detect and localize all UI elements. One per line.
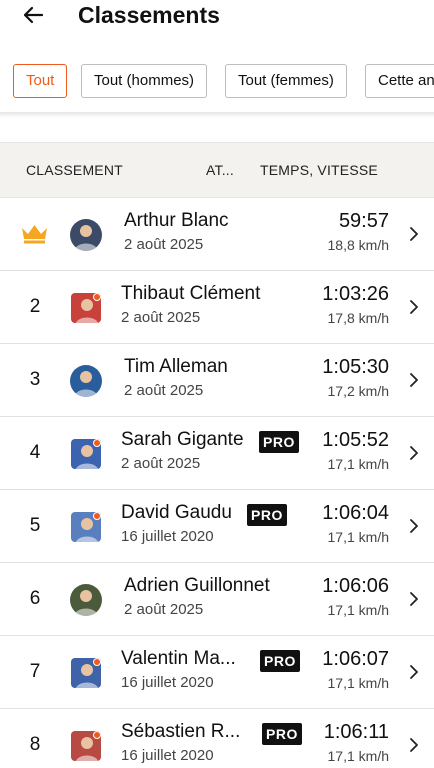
rank-number: 7 [29,661,41,682]
athlete-name[interactable]: Sébastien R... [121,721,240,743]
chevron-right-icon [410,227,418,241]
athlete-photo-icon [74,225,98,251]
athlete-name[interactable]: Sarah Gigante [121,429,244,451]
filter-chip-men[interactable]: Tout (hommes) [81,64,208,98]
elapsed-time: 1:03:26 [322,283,389,305]
rank-number: 2 [29,296,41,317]
effort-date: 2 août 2025 [124,236,204,253]
badge-dot [93,293,101,301]
filter-chip-all[interactable]: Tout [13,64,68,98]
elapsed-time: 1:06:07 [322,648,389,670]
pro-badge: PRO [260,650,300,672]
effort-date: 2 août 2025 [124,382,204,399]
pro-badge: PRO [262,723,302,745]
chevron-right-icon [410,519,418,533]
filter-chips: Tout Tout (hommes) Tout (femmes) Cette a… [0,48,434,112]
average-speed: 17,1 km/h [327,675,389,691]
chevron-right-icon [410,300,418,314]
leaderboard-row[interactable]: 7 Valentin Ma... 16 juillet 2020 PRO 1:06:0… [0,636,434,709]
elapsed-time: 1:06:06 [322,575,389,597]
elapsed-time: 1:05:30 [322,356,389,378]
effort-date: 16 juillet 2020 [121,528,214,545]
crown-icon [22,225,47,244]
athlete-photo-icon [74,371,98,397]
avatar [70,584,102,616]
average-speed: 17,1 km/h [327,529,389,545]
badge-dot [93,731,101,739]
avatar [71,293,101,323]
athlete-name[interactable]: Valentin Ma... [121,648,236,670]
athlete-photo-icon [74,590,98,616]
effort-date: 2 août 2025 [121,309,201,326]
chevron-right-icon [410,738,418,752]
effort-date: 16 juillet 2020 [121,674,214,691]
leaderboard-row[interactable]: 2 Thibaut Clément 2 août 2025 1:03:26 17,8 … [0,271,434,344]
arrow-left-icon [23,6,44,24]
badge-dot [93,439,101,447]
pro-badge: PRO [259,431,299,453]
leaderboard-row[interactable]: 5 David Gaudu 16 juillet 2020 PRO 1:06:04 17… [0,490,434,563]
athlete-name[interactable]: Thibaut Clément [121,283,260,305]
athlete-name[interactable]: David Gaudu [121,502,232,524]
effort-date: 2 août 2025 [121,455,201,472]
average-speed: 17,8 km/h [327,310,389,326]
filter-chip-women[interactable]: Tout (femmes) [225,64,347,98]
average-speed: 17,1 km/h [327,748,389,764]
average-speed: 17,1 km/h [327,602,389,618]
pro-badge: PRO [247,504,287,526]
athlete-name[interactable]: Adrien Guillonnet [124,575,270,597]
avatar [70,365,102,397]
effort-date: 2 août 2025 [124,601,204,618]
leaderboard-row[interactable]: 3 Tim Alleman 2 août 2025 1:05:30 17,2 km/h [0,344,434,417]
back-button[interactable] [18,2,48,28]
chevron-right-icon [410,446,418,460]
rank-number: 3 [29,369,41,390]
athlete-name[interactable]: Tim Alleman [124,356,228,378]
rank-number: 6 [29,588,41,609]
filter-chip-this-year[interactable]: Cette ann [365,64,434,98]
avatar [71,731,101,761]
page-title: Classements [78,2,220,28]
chevron-right-icon [410,373,418,387]
rank-number: 8 [29,734,41,755]
leaderboard-row[interactable]: 8 Sébastien R... 16 juillet 2020 PRO 1:06:1… [0,709,434,768]
badge-dot [93,512,101,520]
column-athlete[interactable]: AT... [206,162,234,178]
avatar [71,512,101,542]
avatar [70,219,102,251]
column-time-speed[interactable]: TEMPS, VITESSE [260,162,378,178]
column-rank: CLASSEMENT [26,162,123,178]
elapsed-time: 59:57 [338,210,389,232]
athlete-name[interactable]: Arthur Blanc [124,210,229,232]
leaderboard-row[interactable]: 4 Sarah Gigante 2 août 2025 PRO 1:05:52 17,1… [0,417,434,490]
leaderboard-row[interactable]: Arthur Blanc 2 août 2025 59:57 18,8 km/h [0,198,434,271]
scroll-shadow [0,112,434,118]
effort-date: 16 juillet 2020 [121,747,214,764]
elapsed-time: 1:05:52 [322,429,389,451]
average-speed: 17,2 km/h [327,383,389,399]
chevron-right-icon [410,665,418,679]
badge-dot [93,658,101,666]
rank-number: 5 [29,515,41,536]
avatar [71,658,101,688]
elapsed-time: 1:06:11 [323,721,389,743]
leaderboard-row[interactable]: 6 Adrien Guillonnet 2 août 2025 1:06:06 17,… [0,563,434,636]
rank-number: 4 [29,442,41,463]
table-header: CLASSEMENT AT... TEMPS, VITESSE [0,142,434,198]
chevron-right-icon [410,592,418,606]
average-speed: 18,8 km/h [327,237,389,253]
top-bar: Classements [0,0,434,44]
average-speed: 17,1 km/h [327,456,389,472]
avatar [71,439,101,469]
elapsed-time: 1:06:04 [322,502,389,524]
